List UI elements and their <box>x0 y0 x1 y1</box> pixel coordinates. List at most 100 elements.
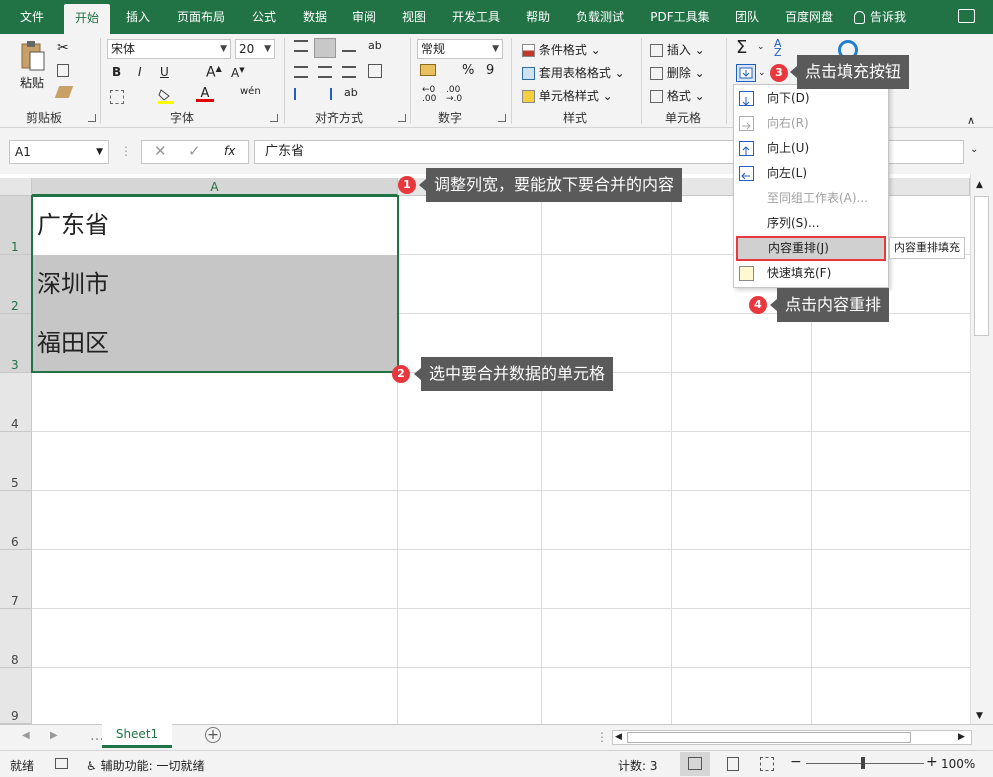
grow-font-icon[interactable]: A▲ <box>206 64 222 81</box>
shrink-font-icon[interactable]: A▼ <box>231 66 245 80</box>
scroll-up-icon[interactable]: ▲ <box>976 180 983 190</box>
zoom-in-button[interactable]: + <box>926 754 938 770</box>
tab-file[interactable]: 文件 <box>10 0 54 34</box>
fill-button[interactable] <box>736 64 756 82</box>
tab-team[interactable]: 团队 <box>726 0 768 34</box>
add-sheet-icon[interactable]: + <box>205 727 221 743</box>
tab-page-layout[interactable]: 页面布局 <box>168 0 234 34</box>
top-align-icon[interactable] <box>294 40 308 52</box>
clipboard-launcher-icon[interactable] <box>88 114 96 122</box>
font-launcher-icon[interactable] <box>270 114 278 122</box>
row-header[interactable]: 1 <box>0 196 32 255</box>
insert-function-icon[interactable]: fx <box>224 144 235 158</box>
tab-help[interactable]: 帮助 <box>518 0 558 34</box>
zoom-out-button[interactable]: − <box>790 754 802 770</box>
menu-item-fill-right[interactable]: 向右(R) <box>734 111 888 136</box>
border-icon[interactable] <box>110 90 124 104</box>
increase-decimal-icon[interactable]: ←0.00 <box>422 86 436 104</box>
text-direction-icon[interactable]: ab <box>344 86 358 99</box>
zoom-level[interactable]: 100% <box>941 757 975 771</box>
tab-pdf-tools[interactable]: PDF工具集 <box>643 0 717 34</box>
horizontal-scrollbar[interactable]: ◀ ▶ <box>612 730 972 745</box>
sheet-tab-sheet1[interactable]: Sheet1 <box>102 724 172 748</box>
underline-button[interactable]: U <box>160 65 169 79</box>
menu-item-fill-up[interactable]: 向上(U) <box>734 136 888 161</box>
wrap-text-icon[interactable] <box>368 64 382 78</box>
row-header[interactable]: 9 <box>0 668 32 724</box>
zoom-slider-thumb[interactable] <box>861 757 865 769</box>
page-layout-view-icon[interactable] <box>727 757 739 771</box>
paste-button[interactable]: 粘贴 <box>20 74 44 91</box>
tab-review[interactable]: 审阅 <box>343 0 385 34</box>
bold-button[interactable]: B <box>112 65 121 79</box>
accounting-icon[interactable] <box>420 64 436 76</box>
expand-formula-icon[interactable]: ⌄ <box>970 144 978 155</box>
zoom-slider[interactable] <box>806 763 924 764</box>
orientation-icon[interactable]: ab <box>368 39 382 52</box>
font-name-select[interactable]: 宋体 ▼ <box>107 39 231 59</box>
autosum-icon[interactable]: Σ <box>736 37 747 58</box>
tab-scroll-left-icon[interactable]: ◀ <box>22 730 30 741</box>
menu-item-series[interactable]: 序列(S)... <box>734 211 888 236</box>
tab-view[interactable]: 视图 <box>393 0 435 34</box>
row-header[interactable]: 5 <box>0 432 32 491</box>
format-cells-button[interactable]: 格式 ⌄ <box>650 87 705 104</box>
bottom-align-icon[interactable] <box>342 40 356 52</box>
font-size-select[interactable]: 20 ▼ <box>235 39 275 59</box>
sort-filter-icon[interactable]: AZ <box>774 38 782 58</box>
alignment-launcher-icon[interactable] <box>398 114 406 122</box>
format-painter-icon[interactable] <box>54 86 74 98</box>
phonetic-icon[interactable]: wén <box>240 86 261 97</box>
tab-insert[interactable]: 插入 <box>116 0 160 34</box>
cancel-icon[interactable]: ✕ <box>154 142 167 160</box>
accessibility-status[interactable]: ♿ 辅助功能: 一切就绪 <box>86 757 204 774</box>
copy-icon[interactable] <box>57 64 69 77</box>
tab-data[interactable]: 数据 <box>294 0 336 34</box>
row-header[interactable]: 4 <box>0 373 32 432</box>
conditional-format-button[interactable]: 条件格式 ⌄ <box>522 41 601 58</box>
menu-item-across-worksheets[interactable]: 至同组工作表(A)... <box>734 186 888 211</box>
row-header[interactable]: 8 <box>0 609 32 668</box>
scroll-left-icon[interactable]: ◀ <box>615 732 622 742</box>
macro-record-icon[interactable] <box>55 758 68 769</box>
tab-baidu-pan[interactable]: 百度网盘 <box>777 0 841 34</box>
row-header[interactable]: 7 <box>0 550 32 609</box>
menu-item-fill-down[interactable]: 向下(D) <box>734 86 888 111</box>
align-center-icon[interactable] <box>318 66 332 78</box>
menu-item-fill-left[interactable]: 向左(L) <box>734 161 888 186</box>
menu-item-flash-fill[interactable]: 快速填充(F) <box>734 261 888 286</box>
scroll-thumb[interactable] <box>974 196 989 336</box>
tab-formulas[interactable]: 公式 <box>242 0 286 34</box>
vertical-scrollbar[interactable]: ▲ ▼ <box>970 174 993 724</box>
tab-load-test[interactable]: 负载测试 <box>567 0 633 34</box>
page-break-view-icon[interactable] <box>760 757 774 771</box>
h-scroll-thumb[interactable] <box>627 732 911 743</box>
menu-item-justify[interactable]: 内容重排(J) <box>736 236 886 261</box>
increase-indent-icon[interactable] <box>318 88 332 100</box>
decrease-indent-icon[interactable] <box>294 88 308 100</box>
chevron-down-icon[interactable]: ⌄ <box>758 68 766 78</box>
delete-cells-button[interactable]: 删除 ⌄ <box>650 64 705 81</box>
name-box[interactable]: A1 ▼ <box>9 140 109 164</box>
format-as-table-button[interactable]: 套用表格格式 ⌄ <box>522 64 625 81</box>
paste-icon[interactable] <box>18 40 46 72</box>
cut-icon[interactable]: ✂ <box>57 40 69 56</box>
tab-tell-me[interactable]: 告诉我 <box>852 0 908 34</box>
row-header[interactable]: 3 <box>0 314 32 373</box>
cell-styles-button[interactable]: 单元格样式 ⌄ <box>522 87 613 104</box>
collapse-ribbon-icon[interactable]: ∧ <box>967 114 975 127</box>
number-launcher-icon[interactable] <box>498 114 506 122</box>
tab-scroll-right-icon[interactable]: ▶ <box>50 730 58 741</box>
scroll-down-icon[interactable]: ▼ <box>976 711 983 721</box>
chevron-down-icon[interactable]: ⌄ <box>757 42 765 52</box>
tab-home[interactable]: 开始 <box>64 4 110 34</box>
row-header[interactable]: 2 <box>0 255 32 314</box>
row-header[interactable]: 6 <box>0 491 32 550</box>
fill-color-icon[interactable] <box>157 87 175 104</box>
middle-align-icon[interactable] <box>314 38 336 58</box>
insert-cells-button[interactable]: 插入 ⌄ <box>650 41 705 58</box>
italic-button[interactable]: I <box>138 65 142 79</box>
scroll-right-icon[interactable]: ▶ <box>958 732 965 742</box>
align-right-icon[interactable] <box>342 66 356 78</box>
decrease-decimal-icon[interactable]: .00 →.0 <box>446 86 462 104</box>
